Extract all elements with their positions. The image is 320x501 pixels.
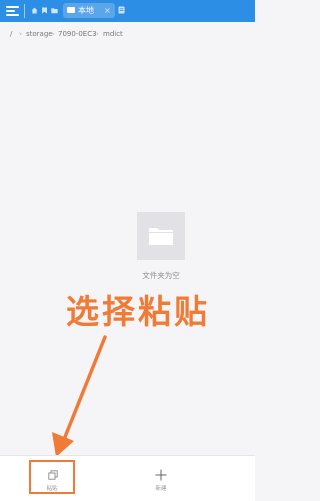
folder-icon[interactable] <box>51 7 58 14</box>
breadcrumb-item-volume[interactable]: 7090-0EC3 <box>58 26 97 42</box>
empty-folder-message: 文件夹为空 <box>142 271 180 280</box>
breadcrumb-item-mdict[interactable]: mdict <box>103 26 123 42</box>
new-button[interactable]: 新建 <box>143 462 179 496</box>
instruction-annotation: 选择粘贴 <box>66 292 210 331</box>
chevron-right-icon: › <box>52 30 55 38</box>
home-icon[interactable] <box>31 7 38 14</box>
document-icon[interactable] <box>118 6 125 14</box>
breadcrumb: / › storage › 7090-0EC3 › mdict <box>0 26 255 42</box>
top-app-bar: 本地 × <box>0 0 255 22</box>
paste-highlight-box <box>29 460 75 494</box>
divider <box>24 4 25 18</box>
empty-folder-illustration <box>137 212 185 260</box>
breadcrumb-item-storage[interactable]: storage <box>26 26 53 42</box>
folder-icon <box>67 7 75 13</box>
chevron-right-icon: › <box>19 30 22 38</box>
annotation-arrow <box>52 335 107 457</box>
tab-label: 本地 <box>78 6 94 15</box>
new-label: 新建 <box>155 486 167 492</box>
tab-local[interactable]: 本地 × <box>63 3 115 18</box>
plus-icon <box>155 469 167 481</box>
chevron-right-icon: › <box>96 30 99 38</box>
bookmark-icon[interactable] <box>41 7 48 14</box>
folder-icon <box>149 228 173 245</box>
close-icon[interactable]: × <box>104 4 111 17</box>
breadcrumb-root[interactable]: / <box>10 26 12 42</box>
menu-icon[interactable] <box>6 4 19 17</box>
